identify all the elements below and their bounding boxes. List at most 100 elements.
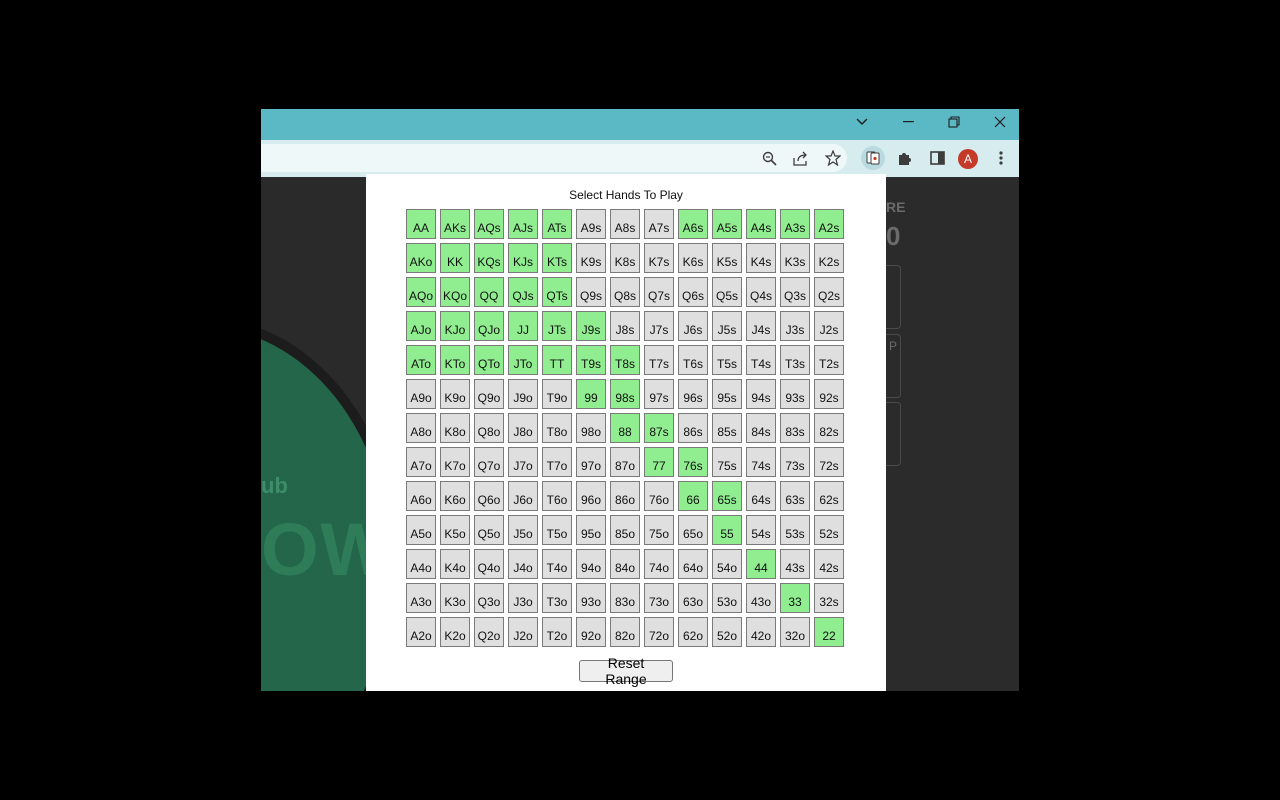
hand-cell-93s[interactable]: 93s [780, 379, 810, 409]
hand-cell-72o[interactable]: 72o [644, 617, 674, 647]
hand-cell-JTs[interactable]: JTs [542, 311, 572, 341]
poker-extension-icon[interactable] [861, 146, 885, 170]
hand-cell-22[interactable]: 22 [814, 617, 844, 647]
hand-cell-A9s[interactable]: A9s [576, 209, 606, 239]
hand-cell-94o[interactable]: 94o [576, 549, 606, 579]
hand-cell-Q8o[interactable]: Q8o [474, 413, 504, 443]
hand-cell-Q6s[interactable]: Q6s [678, 277, 708, 307]
hand-cell-Q9s[interactable]: Q9s [576, 277, 606, 307]
hand-cell-76s[interactable]: 76s [678, 447, 708, 477]
hand-cell-A4o[interactable]: A4o [406, 549, 436, 579]
hand-cell-KTs[interactable]: KTs [542, 243, 572, 273]
hand-cell-73s[interactable]: 73s [780, 447, 810, 477]
hand-cell-98s[interactable]: 98s [610, 379, 640, 409]
hand-cell-33[interactable]: 33 [780, 583, 810, 613]
side-panel-icon[interactable] [925, 146, 949, 170]
hand-cell-Q5o[interactable]: Q5o [474, 515, 504, 545]
hand-cell-74s[interactable]: 74s [746, 447, 776, 477]
hand-cell-83o[interactable]: 83o [610, 583, 640, 613]
hand-cell-Q6o[interactable]: Q6o [474, 481, 504, 511]
hand-cell-Q9o[interactable]: Q9o [474, 379, 504, 409]
hand-cell-96o[interactable]: 96o [576, 481, 606, 511]
hand-cell-88[interactable]: 88 [610, 413, 640, 443]
hand-cell-82o[interactable]: 82o [610, 617, 640, 647]
hand-cell-J3s[interactable]: J3s [780, 311, 810, 341]
hand-cell-J6s[interactable]: J6s [678, 311, 708, 341]
hand-cell-A3s[interactable]: A3s [780, 209, 810, 239]
hand-cell-99[interactable]: 99 [576, 379, 606, 409]
hand-cell-JJ[interactable]: JJ [508, 311, 538, 341]
hand-cell-82s[interactable]: 82s [814, 413, 844, 443]
hand-cell-K6o[interactable]: K6o [440, 481, 470, 511]
zoom-icon[interactable] [757, 146, 781, 170]
hand-cell-K7o[interactable]: K7o [440, 447, 470, 477]
hand-cell-K7s[interactable]: K7s [644, 243, 674, 273]
hand-cell-A3o[interactable]: A3o [406, 583, 436, 613]
hand-cell-52o[interactable]: 52o [712, 617, 742, 647]
hand-cell-J7o[interactable]: J7o [508, 447, 538, 477]
hand-cell-54s[interactable]: 54s [746, 515, 776, 545]
hand-cell-84o[interactable]: 84o [610, 549, 640, 579]
hand-cell-ATs[interactable]: ATs [542, 209, 572, 239]
hand-cell-A8o[interactable]: A8o [406, 413, 436, 443]
hand-cell-Q8s[interactable]: Q8s [610, 277, 640, 307]
hand-cell-AJs[interactable]: AJs [508, 209, 538, 239]
hand-cell-76o[interactable]: 76o [644, 481, 674, 511]
hand-cell-K3s[interactable]: K3s [780, 243, 810, 273]
hand-cell-A7s[interactable]: A7s [644, 209, 674, 239]
hand-cell-J9s[interactable]: J9s [576, 311, 606, 341]
hand-cell-53s[interactable]: 53s [780, 515, 810, 545]
share-icon[interactable] [789, 146, 813, 170]
hand-cell-TT[interactable]: TT [542, 345, 572, 375]
hand-cell-J4s[interactable]: J4s [746, 311, 776, 341]
hand-cell-J9o[interactable]: J9o [508, 379, 538, 409]
close-icon[interactable] [977, 109, 1019, 135]
hand-cell-97s[interactable]: 97s [644, 379, 674, 409]
hand-cell-K4o[interactable]: K4o [440, 549, 470, 579]
hand-cell-T4o[interactable]: T4o [542, 549, 572, 579]
hand-cell-AQs[interactable]: AQs [474, 209, 504, 239]
hand-cell-64o[interactable]: 64o [678, 549, 708, 579]
hand-cell-95s[interactable]: 95s [712, 379, 742, 409]
hand-cell-J6o[interactable]: J6o [508, 481, 538, 511]
hand-cell-KQs[interactable]: KQs [474, 243, 504, 273]
more-menu-icon[interactable] [989, 146, 1013, 170]
hand-cell-43o[interactable]: 43o [746, 583, 776, 613]
hand-cell-J5o[interactable]: J5o [508, 515, 538, 545]
hand-cell-QJs[interactable]: QJs [508, 277, 538, 307]
hand-cell-J7s[interactable]: J7s [644, 311, 674, 341]
hand-cell-T8s[interactable]: T8s [610, 345, 640, 375]
hand-cell-KK[interactable]: KK [440, 243, 470, 273]
hand-cell-J4o[interactable]: J4o [508, 549, 538, 579]
hand-cell-AKs[interactable]: AKs [440, 209, 470, 239]
hand-cell-66[interactable]: 66 [678, 481, 708, 511]
hand-cell-Q3o[interactable]: Q3o [474, 583, 504, 613]
hand-cell-A8s[interactable]: A8s [610, 209, 640, 239]
hand-cell-94s[interactable]: 94s [746, 379, 776, 409]
hand-cell-K6s[interactable]: K6s [678, 243, 708, 273]
hand-cell-KQo[interactable]: KQo [440, 277, 470, 307]
hand-cell-T3s[interactable]: T3s [780, 345, 810, 375]
hand-cell-A6o[interactable]: A6o [406, 481, 436, 511]
hand-cell-K4s[interactable]: K4s [746, 243, 776, 273]
hand-cell-52s[interactable]: 52s [814, 515, 844, 545]
hand-cell-T5s[interactable]: T5s [712, 345, 742, 375]
hand-cell-AA[interactable]: AA [406, 209, 436, 239]
hand-cell-KJo[interactable]: KJo [440, 311, 470, 341]
hand-cell-A5s[interactable]: A5s [712, 209, 742, 239]
hand-cell-42s[interactable]: 42s [814, 549, 844, 579]
hand-cell-62s[interactable]: 62s [814, 481, 844, 511]
hand-cell-Q4o[interactable]: Q4o [474, 549, 504, 579]
hand-cell-74o[interactable]: 74o [644, 549, 674, 579]
hand-cell-A9o[interactable]: A9o [406, 379, 436, 409]
hand-cell-T2s[interactable]: T2s [814, 345, 844, 375]
hand-cell-Q7o[interactable]: Q7o [474, 447, 504, 477]
bookmark-star-icon[interactable] [821, 146, 845, 170]
hand-cell-32s[interactable]: 32s [814, 583, 844, 613]
hand-cell-T3o[interactable]: T3o [542, 583, 572, 613]
reset-range-button[interactable]: Reset Range [579, 655, 673, 687]
hand-cell-92o[interactable]: 92o [576, 617, 606, 647]
hand-cell-QTs[interactable]: QTs [542, 277, 572, 307]
hand-cell-43s[interactable]: 43s [780, 549, 810, 579]
hand-cell-92s[interactable]: 92s [814, 379, 844, 409]
